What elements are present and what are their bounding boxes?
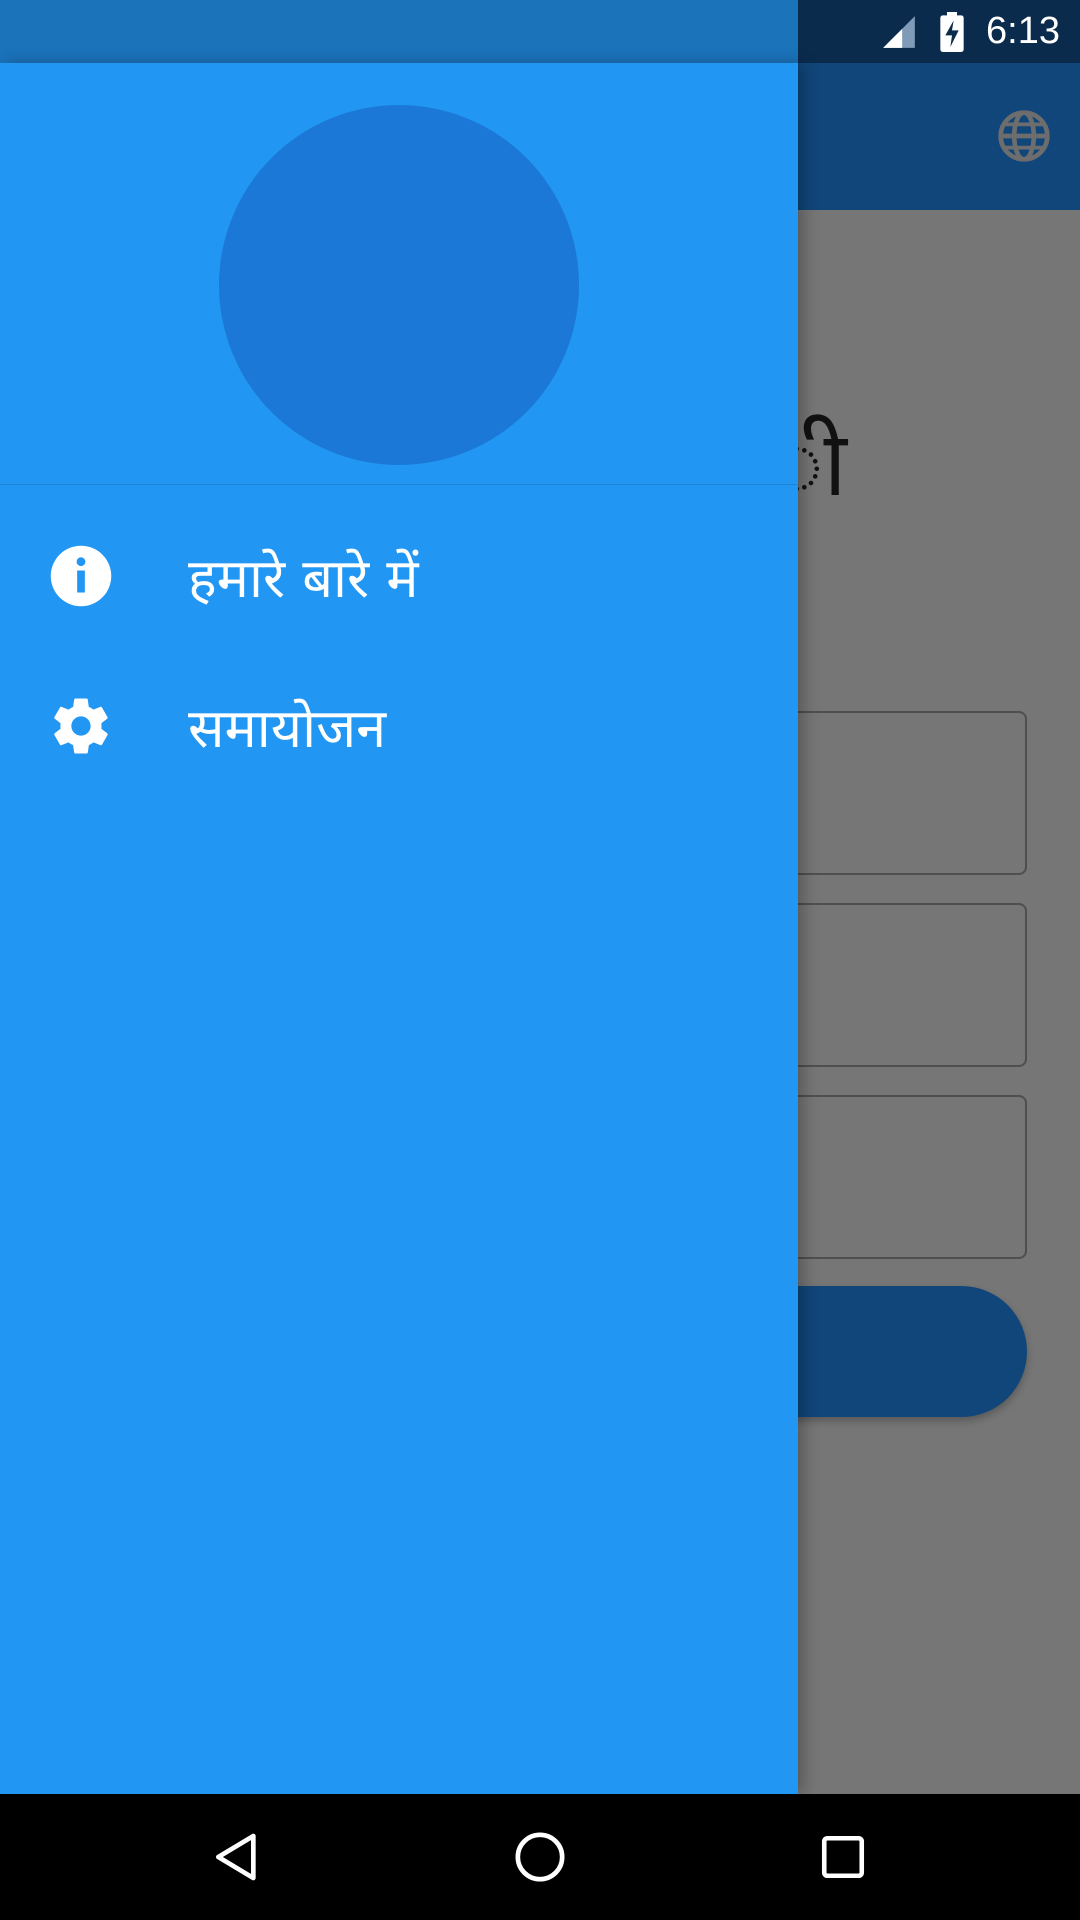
drawer-header [0,63,798,485]
signal-icon [883,15,915,48]
status-bar: 6:13 [0,0,1080,63]
gear-icon [48,693,114,759]
status-icons: 6:13 [880,0,1060,63]
navigation-drawer: हमारे बारे में समायोजन [0,63,798,1794]
info-icon [48,543,114,609]
input-field-2[interactable] [760,903,1027,1067]
home-icon [515,1832,565,1882]
input-field-3[interactable] [760,1095,1027,1259]
battery-charging-icon [940,11,964,52]
status-bar-drawer-overlay [0,0,798,63]
home-button[interactable] [495,1812,585,1902]
menu-item-about[interactable]: हमारे बारे में [0,501,798,651]
back-icon [216,1833,256,1881]
recents-icon [821,1835,865,1879]
avatar[interactable] [219,105,579,465]
status-time: 6:13 [986,10,1060,52]
recents-button[interactable] [798,1812,888,1902]
input-field-1[interactable] [760,711,1027,875]
language-button[interactable] [992,104,1056,168]
screen: ी 6:13 हमारे बारे में समायोजन [0,0,1080,1920]
menu-item-settings-label: समायोजन [188,697,387,760]
globe-icon [998,110,1050,162]
back-button[interactable] [192,1812,282,1902]
system-nav-bar [0,1794,1080,1920]
menu-item-about-label: हमारे बारे में [188,547,419,610]
menu-item-settings[interactable]: समायोजन [0,651,798,801]
